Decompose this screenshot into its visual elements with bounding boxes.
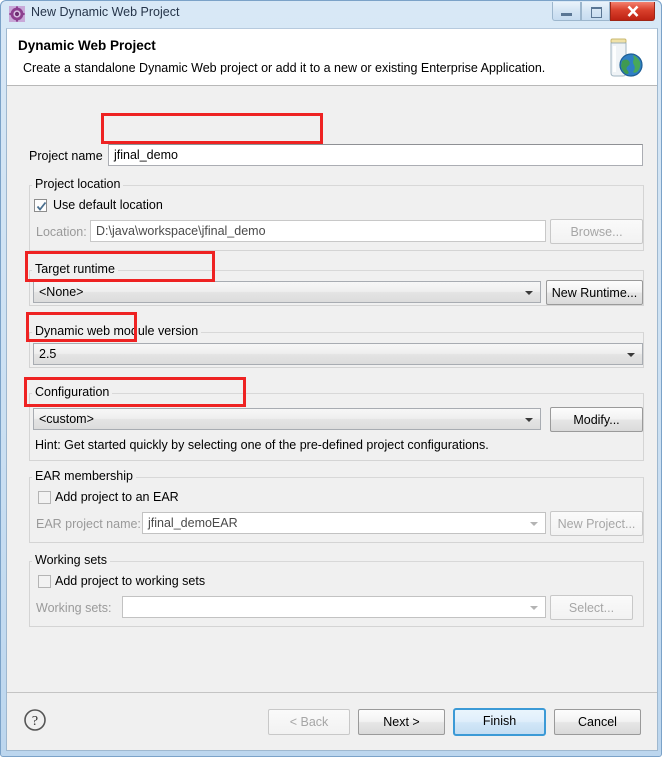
select-working-sets-button[interactable]: Select... <box>550 595 633 620</box>
target-runtime-value: <None> <box>39 285 84 299</box>
project-location-group-label: Project location <box>32 177 124 191</box>
module-version-group-label: Dynamic web module version <box>32 324 202 338</box>
minimize-icon[interactable] <box>552 2 581 21</box>
configuration-group-label: Configuration <box>32 385 113 399</box>
maximize-icon[interactable] <box>581 2 610 21</box>
window-title: New Dynamic Web Project <box>31 5 180 19</box>
add-to-working-sets-label: Add project to working sets <box>55 574 206 588</box>
project-name-input[interactable]: jfinal_demo <box>108 144 643 166</box>
ear-project-name-label: EAR project name: <box>36 517 141 531</box>
configuration-hint: Hint: Get started quickly by selecting o… <box>35 438 489 452</box>
module-version-value: 2.5 <box>39 347 57 361</box>
new-ear-project-button[interactable]: New Project... <box>550 511 643 536</box>
page-title: Dynamic Web Project <box>18 38 156 53</box>
working-sets-group-label: Working sets <box>32 553 111 567</box>
working-sets-select[interactable] <box>122 596 546 618</box>
location-value: D:\java\workspace\jfinal_demo <box>90 220 546 242</box>
chevron-down-icon <box>530 522 538 526</box>
configuration-value: <custom> <box>39 412 94 426</box>
back-button[interactable]: < Back <box>268 709 350 735</box>
chevron-down-icon <box>530 606 538 610</box>
web-project-jar-globe-icon <box>598 33 648 83</box>
next-button[interactable]: Next > <box>358 709 445 735</box>
add-to-ear-label: Add project to an EAR <box>55 490 179 504</box>
add-to-working-sets-checkbox[interactable] <box>38 575 51 588</box>
chevron-down-icon <box>525 418 533 422</box>
module-version-select[interactable]: 2.5 <box>33 343 643 365</box>
ear-membership-group-label: EAR membership <box>32 469 136 483</box>
use-default-location-checkbox[interactable] <box>34 199 47 212</box>
svg-text:?: ? <box>32 714 38 729</box>
help-question-icon[interactable]: ? <box>23 708 47 737</box>
new-runtime-button[interactable]: New Runtime... <box>546 280 643 305</box>
chevron-down-icon <box>627 353 635 357</box>
wizard-banner: Dynamic Web Project Create a standalone … <box>7 29 657 86</box>
use-default-location-label: Use default location <box>53 198 163 212</box>
browse-button[interactable]: Browse... <box>550 219 643 244</box>
ear-project-name-value: jfinal_demoEAR <box>148 516 238 530</box>
configuration-select[interactable]: <custom> <box>33 408 541 430</box>
cancel-button[interactable]: Cancel <box>554 709 641 735</box>
close-icon[interactable] <box>610 2 655 21</box>
page-description: Create a standalone Dynamic Web project … <box>23 61 546 75</box>
project-name-label: Project name <box>29 149 103 163</box>
finish-button[interactable]: Finish <box>453 708 546 736</box>
location-label: Location: <box>36 225 87 239</box>
gear-icon <box>9 6 25 22</box>
wizard-content: Project name jfinal_demo Project locatio… <box>7 87 657 694</box>
chevron-down-icon <box>525 291 533 295</box>
ear-project-name-select[interactable]: jfinal_demoEAR <box>142 512 546 534</box>
modify-button[interactable]: Modify... <box>550 407 643 432</box>
add-to-ear-checkbox[interactable] <box>38 491 51 504</box>
target-runtime-group-label: Target runtime <box>32 262 118 276</box>
title-bar: New Dynamic Web Project <box>1 1 662 28</box>
working-sets-label: Working sets: <box>36 601 112 615</box>
dialog-window: New Dynamic Web Project Dynamic Web Proj… <box>0 0 662 757</box>
target-runtime-select[interactable]: <None> <box>33 281 541 303</box>
dialog-body: Dynamic Web Project Create a standalone … <box>6 28 658 751</box>
